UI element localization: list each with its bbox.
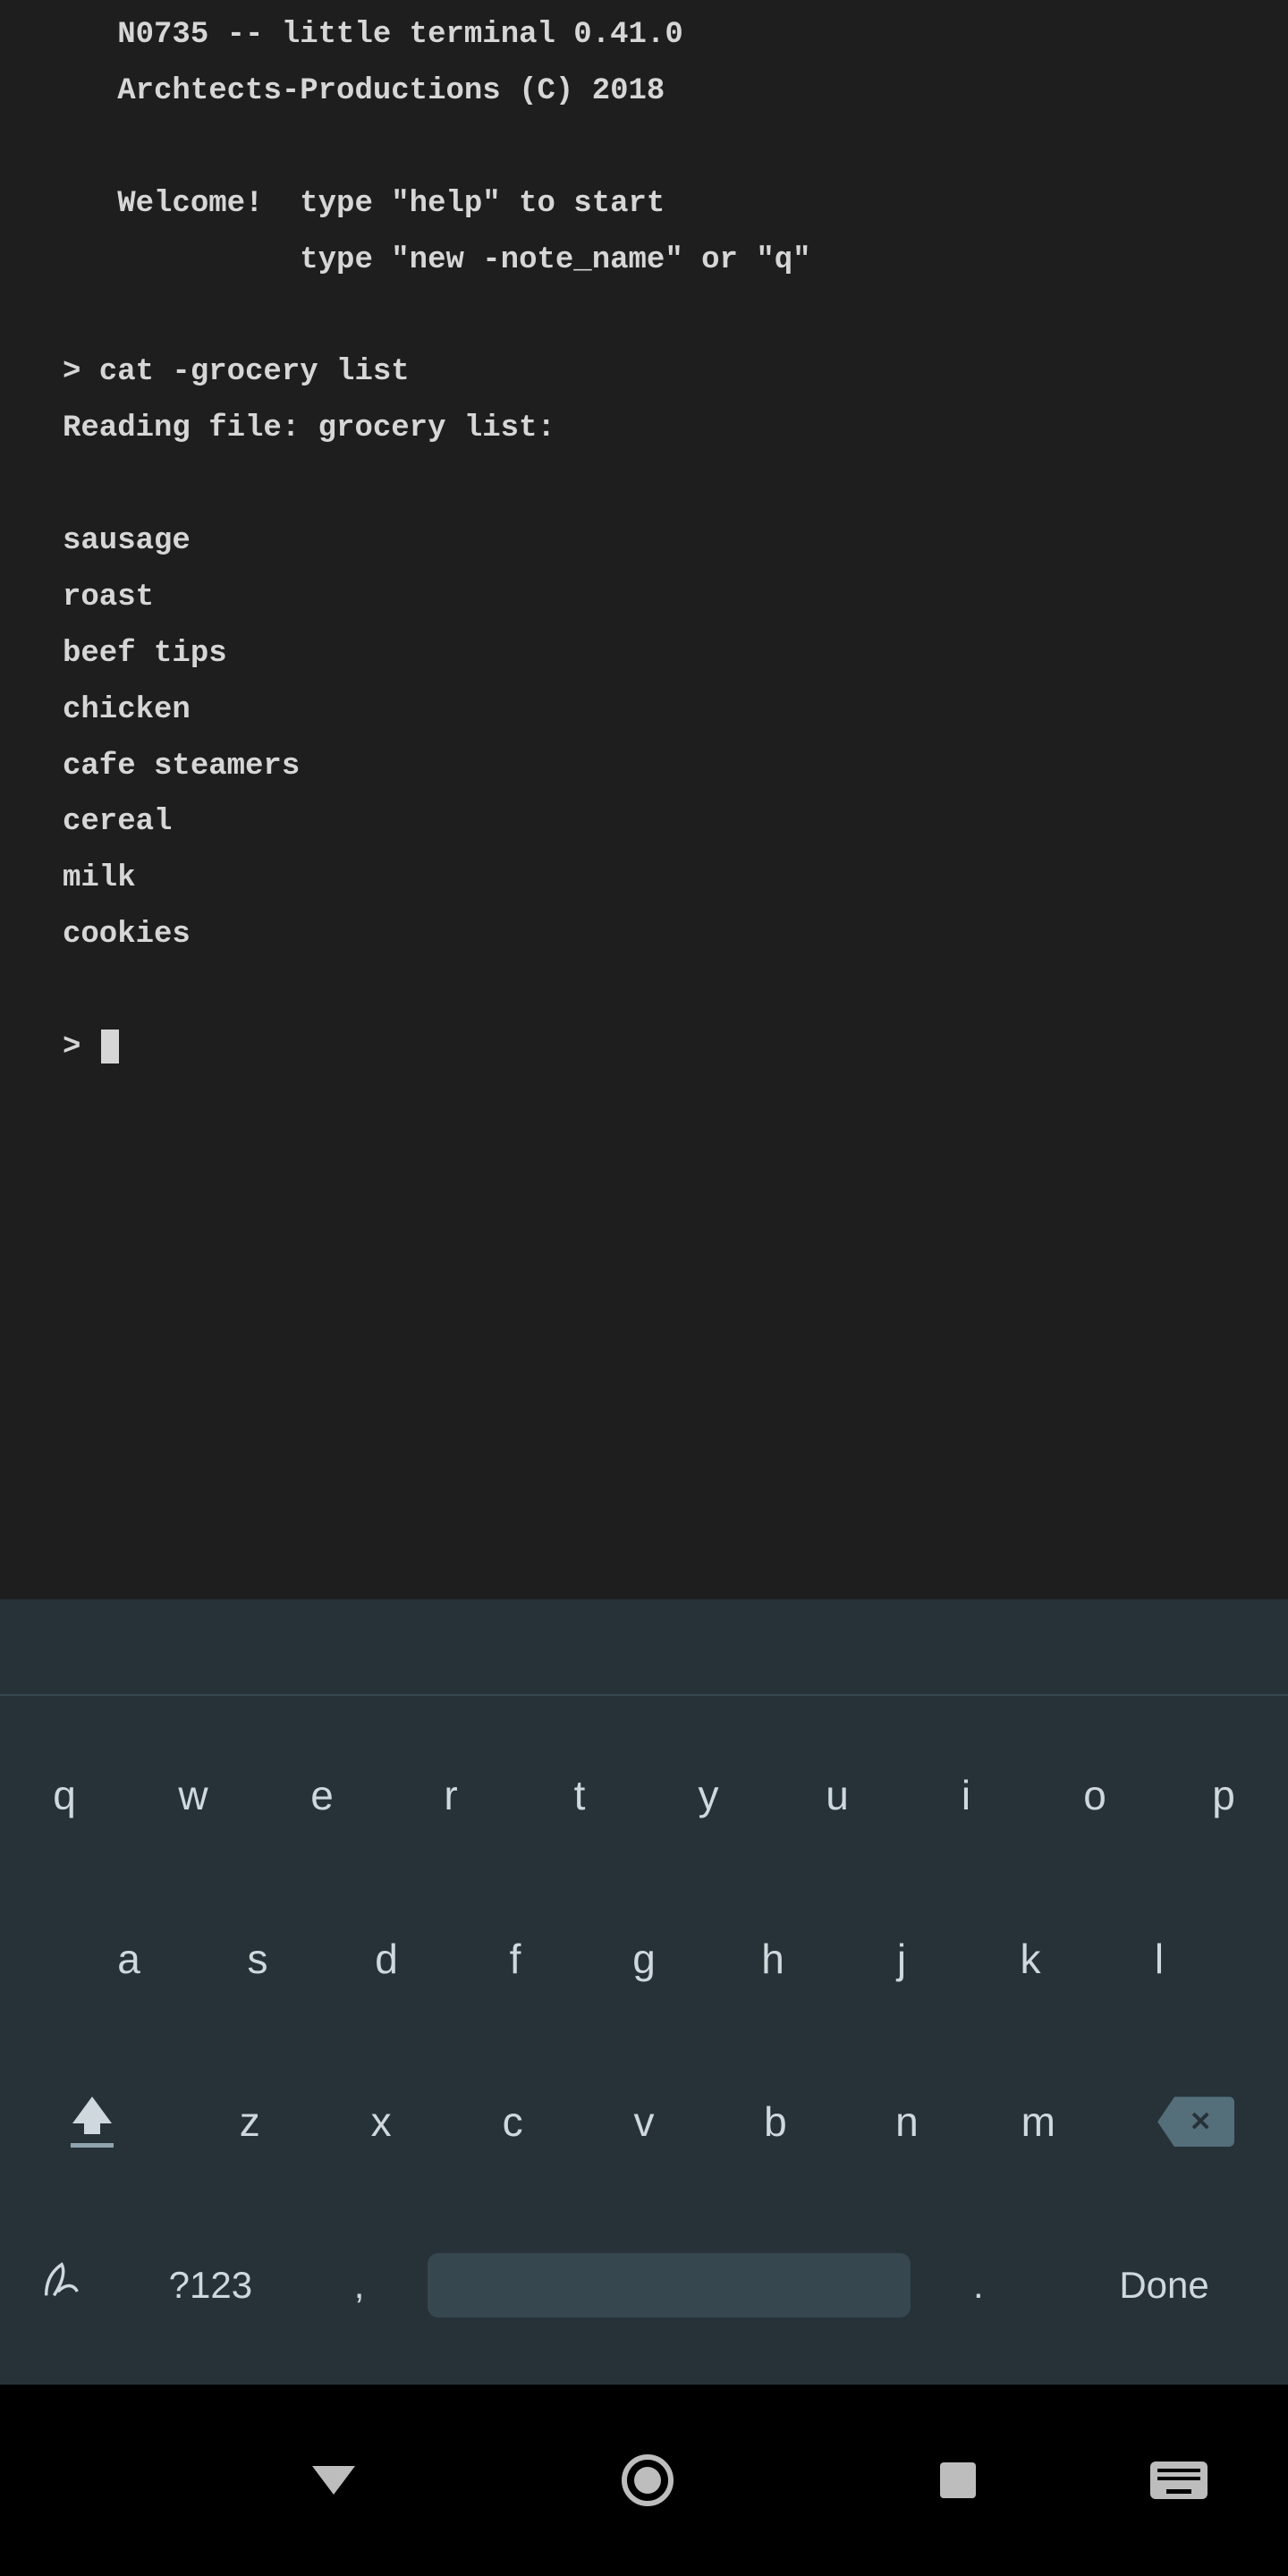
key-l[interactable]: l [1095,1892,1224,2026]
key-h[interactable]: h [708,1892,837,2026]
key-symbols[interactable]: ?123 [123,2218,297,2352]
key-i[interactable]: i [902,1728,1030,1862]
nav-recent-icon[interactable] [940,2462,976,2498]
key-s[interactable]: s [193,1892,322,2026]
keyboard-row-1: q w e r t y u i o p [0,1719,1288,1871]
key-f[interactable]: f [451,1892,580,2026]
key-n[interactable]: n [841,2055,972,2189]
shift-icon [71,2097,114,2148]
key-y[interactable]: y [644,1728,773,1862]
key-j[interactable]: j [837,1892,966,2026]
key-c[interactable]: c [447,2055,579,2189]
terminal-header-line1: N0735 -- little terminal 0.41.0 [63,18,683,52]
terminal-command: > cat -grocery list [63,355,410,389]
key-w[interactable]: w [129,1728,258,1862]
key-z[interactable]: z [184,2055,316,2189]
key-done[interactable]: Done [1040,2218,1288,2352]
keyboard-row-3: z x c v b n m ✕ [0,2046,1288,2198]
key-b[interactable]: b [709,2055,841,2189]
key-t[interactable]: t [515,1728,644,1862]
keyboard-row-4: ?123 , . Done [0,2209,1288,2361]
terminal-item: cafe steamers [63,750,300,784]
key-backspace[interactable]: ✕ [1104,2055,1288,2189]
key-q[interactable]: q [0,1728,129,1862]
terminal-header-line2: Archtects-Productions (C) 2018 [63,74,665,108]
terminal-output[interactable]: N0735 -- little terminal 0.41.0 Archtect… [0,0,1288,1599]
key-m[interactable]: m [972,2055,1104,2189]
key-e[interactable]: e [258,1728,386,1862]
terminal-reading-line: Reading file: grocery list: [63,411,555,445]
key-r[interactable]: r [386,1728,515,1862]
soft-keyboard: q w e r t y u i o p a s d f g h j k l z … [0,1696,1288,2385]
spacebar-icon [428,2253,911,2318]
key-v[interactable]: v [579,2055,710,2189]
key-o[interactable]: o [1030,1728,1159,1862]
key-x[interactable]: x [316,2055,447,2189]
keyboard-row-2: a s d f g h j k l [0,1883,1288,2035]
nav-keyboard-icon[interactable] [1150,2462,1208,2499]
key-emoji[interactable] [0,2218,123,2352]
nav-home-icon[interactable] [622,2454,674,2506]
terminal-welcome-line2: type "new -note_name" or "q" [63,243,811,277]
key-d[interactable]: d [322,1892,451,2026]
keyboard-suggestion-bar[interactable] [0,1599,1288,1696]
key-space[interactable] [421,2218,917,2352]
key-u[interactable]: u [773,1728,902,1862]
terminal-item: cookies [63,918,191,952]
emoji-icon [38,2257,85,2313]
terminal-item: beef tips [63,637,227,671]
key-a[interactable]: a [64,1892,193,2026]
key-g[interactable]: g [580,1892,708,2026]
terminal-cursor [101,1030,119,1063]
terminal-item: roast [63,580,154,614]
android-nav-bar [0,2385,1288,2576]
key-period[interactable]: . [917,2218,1040,2352]
key-p[interactable]: p [1159,1728,1288,1862]
key-k[interactable]: k [966,1892,1095,2026]
terminal-item: chicken [63,693,191,727]
nav-back-icon[interactable] [312,2466,355,2495]
terminal-item: milk [63,861,136,895]
backspace-icon: ✕ [1157,2097,1234,2147]
terminal-item: sausage [63,524,191,558]
terminal-prompt: > [63,1030,99,1064]
key-shift[interactable] [0,2055,184,2189]
key-comma[interactable]: , [297,2218,420,2352]
terminal-welcome-line1: Welcome! type "help" to start [63,187,665,221]
terminal-item: cereal [63,805,172,839]
